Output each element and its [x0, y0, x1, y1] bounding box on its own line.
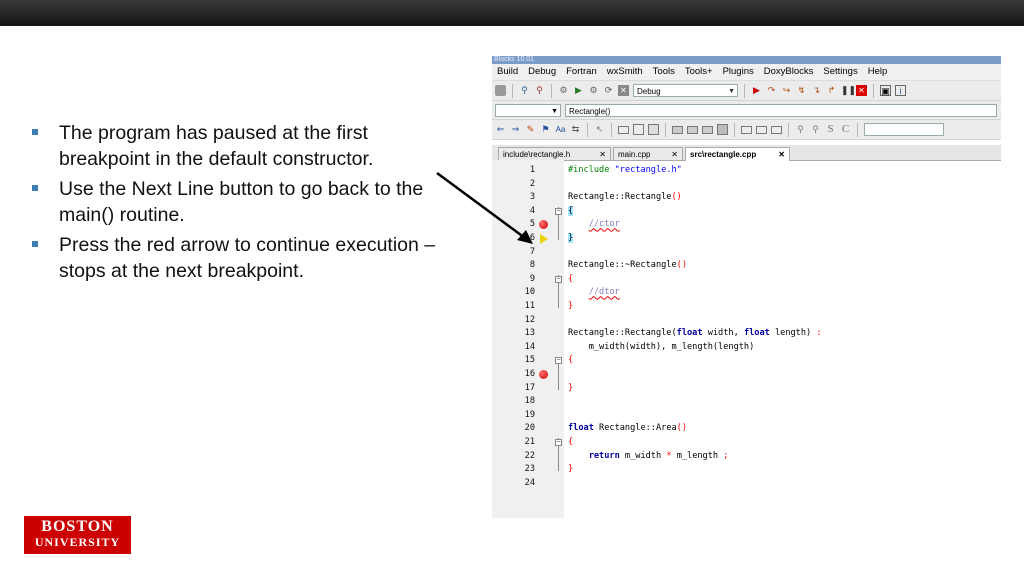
logo-line-2: UNIVERSITY — [34, 535, 121, 549]
pointer-arrow — [436, 171, 533, 244]
boston-university-logo: BOSTON UNIVERSITY — [24, 516, 131, 554]
arrow-head — [517, 230, 533, 244]
arrow-shaft — [436, 171, 526, 240]
logo-line-1: BOSTON — [41, 518, 114, 535]
